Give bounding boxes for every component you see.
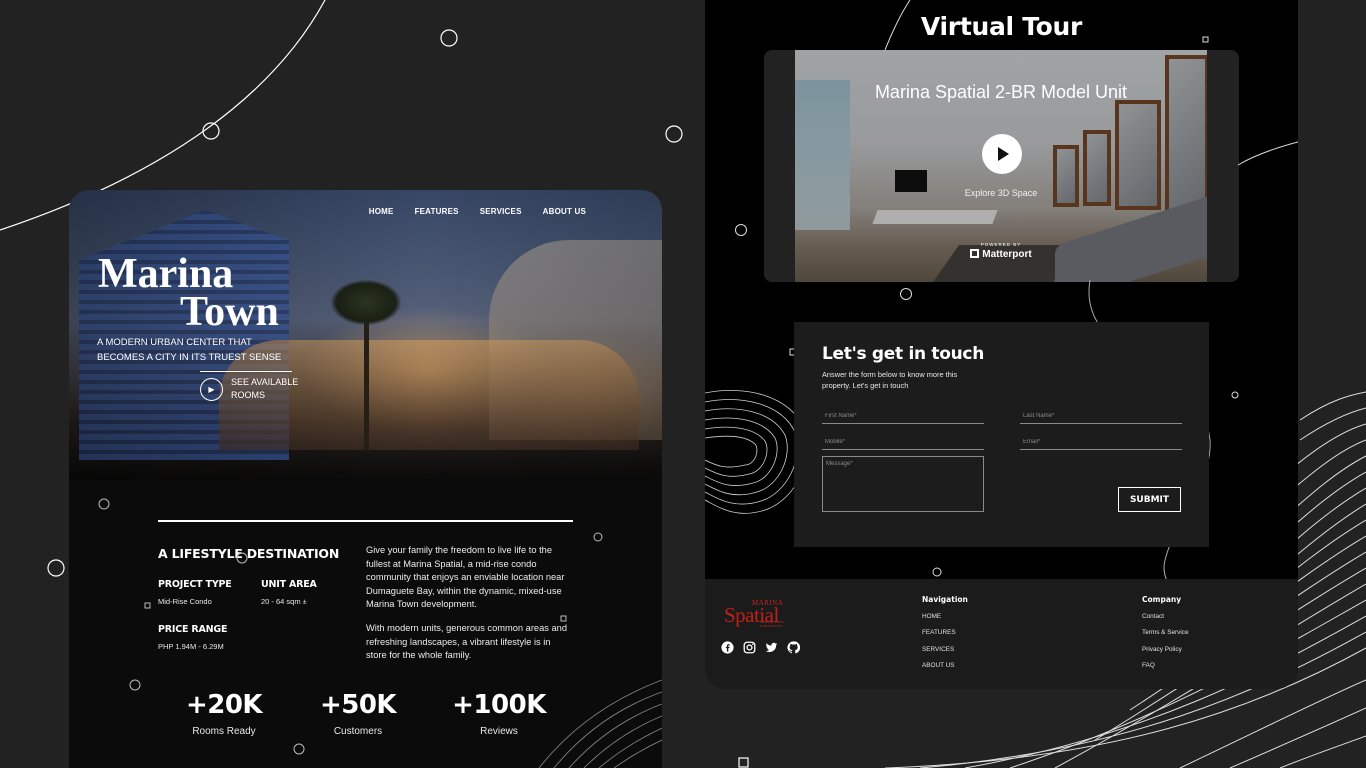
powered-by-label: POWERED BY (980, 242, 1022, 247)
logo-sub-text: MARINA TOWN · DUMAGUETE (760, 620, 788, 628)
footer-company: Company Contact Terms & Service Privacy … (1142, 595, 1189, 678)
matterport-icon (970, 249, 980, 258)
matterport-label: Matterport (982, 249, 1032, 260)
submit-button[interactable]: SUBMIT (1118, 487, 1181, 512)
tour-title: Marina Spatial 2-BR Model Unit (874, 82, 1128, 102)
top-nav: HOME FEATURES SERVICES ABOUT US (369, 207, 586, 216)
nav-services[interactable]: SERVICES (480, 207, 522, 216)
footer-navigation: Navigation HOME FEATURES SERVICES ABOUT … (922, 595, 968, 678)
play-icon (998, 147, 1009, 161)
footer-link-contact[interactable]: Contact (1142, 613, 1189, 629)
hero-tagline: A MODERN URBAN CENTER THAT BECOMES A CIT… (97, 337, 282, 363)
marina-spatial-logo[interactable]: MARINA Spatial MARINA TOWN · DUMAGUETE (722, 595, 802, 628)
cta-divider (200, 371, 292, 372)
nav-features[interactable]: FEATURES (415, 207, 459, 216)
tour-explore-label: Explore 3D Space (964, 188, 1038, 198)
matterport-logo: Matterport (795, 249, 1207, 260)
first-name-field[interactable] (822, 408, 984, 424)
nav-home[interactable]: HOME (369, 207, 394, 216)
play-icon: ▶ (200, 377, 223, 401)
instagram-icon[interactable] (743, 641, 756, 654)
message-field[interactable] (822, 456, 984, 512)
detail-page-card: Virtual Tour Marina Spatial 2-BR Model U… (705, 0, 1298, 689)
hero-title-line2: Town (180, 289, 279, 335)
footer-link-terms[interactable]: Terms & Service (1142, 629, 1189, 645)
footer-link-about-us[interactable]: ABOUT US (922, 662, 968, 678)
email-field[interactable] (1020, 434, 1182, 450)
mobile-field[interactable] (822, 434, 984, 450)
contact-subtitle: Answer the form below to know more this … (822, 370, 958, 390)
social-links (721, 641, 800, 654)
contact-form: Let's get in touch Answer the form below… (794, 322, 1209, 547)
facebook-icon[interactable] (721, 641, 734, 654)
twitter-icon[interactable] (765, 641, 778, 654)
tour-play-button[interactable] (982, 134, 1022, 174)
last-name-field[interactable] (1020, 408, 1182, 424)
contact-title: Let's get in touch (822, 344, 985, 364)
footer-link-features[interactable]: FEATURES (922, 629, 968, 645)
nav-about-us[interactable]: ABOUT US (543, 207, 586, 216)
footer-link-privacy[interactable]: Privacy Policy (1142, 646, 1189, 662)
footer-navigation-heading: Navigation (922, 595, 968, 604)
landing-page-card: HOME FEATURES SERVICES ABOUT US Marina T… (69, 190, 662, 768)
footer-link-services[interactable]: SERVICES (922, 646, 968, 662)
footer: MARINA Spatial MARINA TOWN · DUMAGUETE N… (705, 579, 1298, 689)
github-icon[interactable] (787, 641, 800, 654)
footer-link-home[interactable]: HOME (922, 613, 968, 629)
see-available-rooms-button[interactable]: ▶ SEE AVAILABLE ROOMS (200, 376, 301, 402)
see-available-rooms-label: SEE AVAILABLE ROOMS (231, 377, 299, 400)
footer-company-heading: Company (1142, 595, 1182, 604)
footer-link-faq[interactable]: FAQ (1142, 662, 1189, 678)
